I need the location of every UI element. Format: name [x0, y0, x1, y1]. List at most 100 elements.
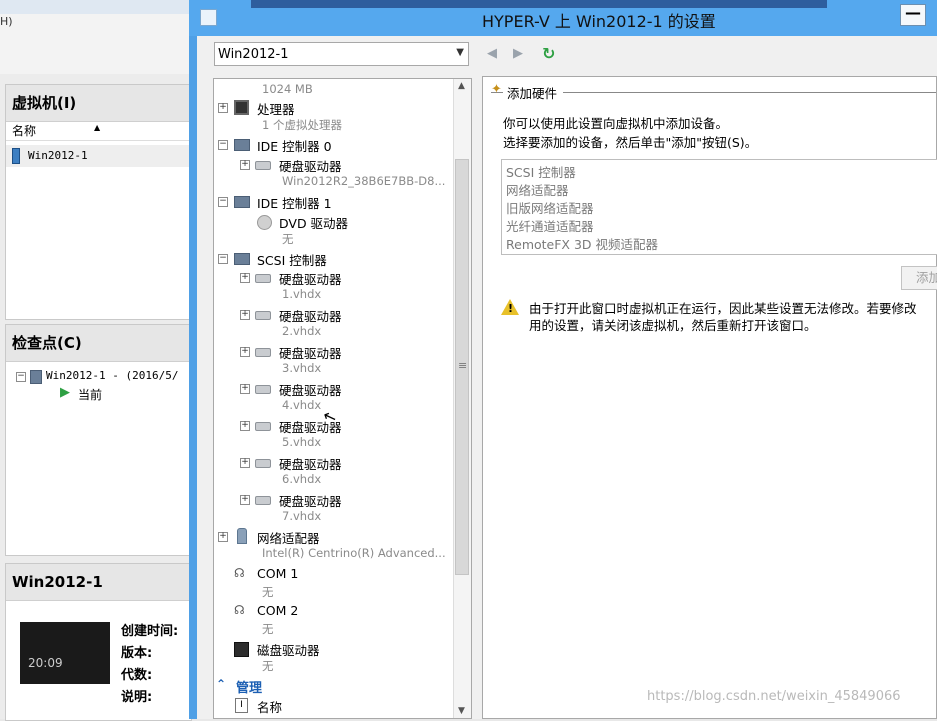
- scsi-disk-sub: 4.vhdx: [282, 398, 322, 412]
- scsi-controller-icon: [234, 253, 250, 265]
- processor-icon: [234, 100, 249, 115]
- vm-settings-dialog: HYPER-V 上 Win2012-1 的设置 — Win2012-1 ▼ ◀ …: [189, 0, 937, 719]
- checkpoint-item[interactable]: Win2012-1 - (2016/5/: [46, 369, 178, 382]
- thumbnail-clock: 20:09: [28, 656, 63, 670]
- collapse-icon[interactable]: −: [218, 140, 228, 150]
- tree-ide-controller-1[interactable]: IDE 控制器 1: [257, 193, 332, 212]
- hyperv-manager-background: H) 虚拟机(I) 名称 ▲ Win2012-1 检查点(C) − Win201…: [0, 0, 195, 721]
- tree-scsi-disk[interactable]: 硬盘驱动器: [279, 491, 342, 510]
- network-adapter-icon: [237, 528, 247, 544]
- hard-drive-icon: [255, 348, 271, 357]
- hard-drive-icon: [255, 459, 271, 468]
- tree-scsi-disk[interactable]: 硬盘驱动器: [279, 269, 342, 288]
- collapse-icon[interactable]: −: [218, 197, 228, 207]
- dialog-title: HYPER-V 上 Win2012-1 的设置: [482, 12, 716, 31]
- grip-icon: ≡: [458, 359, 468, 372]
- tree-scsi-controller[interactable]: SCSI 控制器: [257, 250, 327, 269]
- add-hardware-description: 你可以使用此设置向虚拟机中添加设备。: [503, 116, 729, 131]
- collapse-icon[interactable]: −: [218, 254, 228, 264]
- created-label: 创建时间:: [121, 624, 179, 639]
- list-item[interactable]: 旧版网络适配器: [506, 198, 594, 217]
- com-port-icon: ☊: [234, 603, 245, 617]
- hard-drive-icon: [255, 422, 271, 431]
- scsi-disk-sub: 1.vhdx: [282, 287, 322, 301]
- checkpoints-panel-title: 检查点(C): [6, 325, 191, 362]
- forward-arrow-icon[interactable]: ▶: [513, 46, 523, 61]
- collapse-section-icon[interactable]: ⌃: [216, 677, 226, 691]
- ide-controller-icon: [234, 139, 250, 151]
- tree-scsi-disk[interactable]: 硬盘驱动器: [279, 380, 342, 399]
- add-button[interactable]: 添加: [901, 266, 937, 290]
- expand-icon[interactable]: +: [240, 458, 250, 468]
- toolbar-area: [0, 14, 195, 74]
- scsi-disk-sub: 2.vhdx: [282, 324, 322, 338]
- list-item[interactable]: 网络适配器: [506, 180, 569, 199]
- tree-scsi-disk[interactable]: 硬盘驱动器: [279, 454, 342, 473]
- tree-network-adapter[interactable]: 网络适配器: [257, 528, 320, 547]
- scrollbar-thumb[interactable]: ≡: [455, 159, 469, 575]
- vm-details-panel: Win2012-1 20:09 创建时间: 版本: 代数: 说明:: [5, 563, 192, 721]
- expand-icon[interactable]: +: [240, 310, 250, 320]
- dvd-sub: 无: [282, 232, 294, 246]
- vm-list-row[interactable]: Win2012-1: [6, 145, 191, 167]
- parent-window-edge: [251, 0, 827, 8]
- expand-icon[interactable]: +: [240, 347, 250, 357]
- name-field-icon: I: [235, 698, 248, 713]
- expand-icon[interactable]: +: [240, 384, 250, 394]
- dialog-client-area: Win2012-1 ▼ ◀ ▶ ↻ 1024 MB + 处理器 1 个虚拟处理器…: [197, 36, 937, 719]
- hard-drive-icon: [255, 496, 271, 505]
- menu-fragment[interactable]: H): [0, 15, 13, 28]
- checkpoint-icon: [30, 370, 42, 384]
- hardware-tree[interactable]: 1024 MB + 处理器 1 个虚拟处理器 − IDE 控制器 0 + 硬盘驱…: [213, 78, 472, 719]
- expand-icon[interactable]: +: [240, 421, 250, 431]
- virtual-machines-panel: 虚拟机(I) 名称 ▲ Win2012-1: [5, 84, 192, 320]
- scroll-down-icon[interactable]: ▼: [458, 706, 465, 716]
- tree-ide-controller-0[interactable]: IDE 控制器 0: [257, 136, 332, 155]
- expand-icon[interactable]: +: [218, 532, 228, 542]
- refresh-icon[interactable]: ↻: [542, 44, 555, 63]
- tree-name[interactable]: 名称: [257, 697, 282, 716]
- management-section-header[interactable]: 管理: [236, 677, 262, 696]
- add-hardware-instruction: 选择要添加的设备，然后单击"添加"按钮(S)。: [503, 135, 758, 150]
- vm-row-name: Win2012-1: [28, 149, 88, 162]
- expand-icon[interactable]: +: [240, 273, 250, 283]
- hard-drive-icon: [255, 274, 271, 283]
- details-panel-title: Win2012-1: [6, 564, 191, 601]
- scsi-disk-sub: 6.vhdx: [282, 472, 322, 486]
- scroll-up-icon[interactable]: ▲: [458, 81, 465, 91]
- add-hardware-group-title: 添加硬件: [503, 83, 564, 102]
- tree-scsi-disk[interactable]: 硬盘驱动器: [279, 306, 342, 325]
- dialog-title-bar[interactable]: HYPER-V 上 Win2012-1 的设置 —: [189, 0, 937, 36]
- checkpoints-panel: 检查点(C) − Win2012-1 - (2016/5/ ▶ 当前: [5, 324, 192, 556]
- dvd-icon: [257, 215, 272, 230]
- memory-sub: 1024 MB: [262, 82, 313, 96]
- tree-com1[interactable]: COM 1: [257, 566, 298, 581]
- list-item[interactable]: RemoteFX 3D 视频适配器: [506, 234, 658, 253]
- tree-processor[interactable]: 处理器: [257, 99, 295, 118]
- expand-icon[interactable]: +: [240, 495, 250, 505]
- checkpoint-current[interactable]: 当前: [78, 386, 102, 403]
- tree-scsi-disk[interactable]: 硬盘驱动器: [279, 343, 342, 362]
- warning-message-continued: 用的设置，请关闭该虚拟机，然后重新打开该窗口。: [529, 318, 817, 333]
- tree-com2[interactable]: COM 2: [257, 603, 298, 618]
- tree-floppy-drive[interactable]: 磁盘驱动器: [257, 640, 320, 659]
- vm-selector-value: Win2012-1: [218, 47, 289, 62]
- com1-sub: 无: [262, 585, 274, 599]
- tree-scrollbar[interactable]: ▲ ≡ ▼: [453, 79, 471, 718]
- tree-ide0-hard-drive[interactable]: 硬盘驱动器: [279, 156, 342, 175]
- vm-selector-dropdown[interactable]: Win2012-1 ▼: [214, 42, 469, 66]
- vm-thumbnail[interactable]: 20:09: [20, 622, 110, 684]
- back-arrow-icon[interactable]: ◀: [487, 46, 497, 61]
- device-type-list[interactable]: SCSI 控制器 网络适配器 旧版网络适配器 光纤通道适配器 RemoteFX …: [501, 159, 937, 255]
- com-port-icon: ☊: [234, 566, 245, 580]
- tree-dvd-drive[interactable]: DVD 驱动器: [279, 213, 348, 232]
- add-hardware-icon: ✦: [491, 82, 502, 97]
- current-state-arrow-icon: ▶: [60, 385, 70, 400]
- expand-icon[interactable]: +: [240, 160, 250, 170]
- expand-icon[interactable]: +: [218, 103, 228, 113]
- list-item[interactable]: 光纤通道适配器: [506, 216, 594, 235]
- list-item[interactable]: SCSI 控制器: [506, 162, 576, 181]
- scsi-disk-sub: 7.vhdx: [282, 509, 322, 523]
- minimize-button[interactable]: —: [900, 4, 926, 26]
- collapse-icon[interactable]: −: [16, 372, 26, 382]
